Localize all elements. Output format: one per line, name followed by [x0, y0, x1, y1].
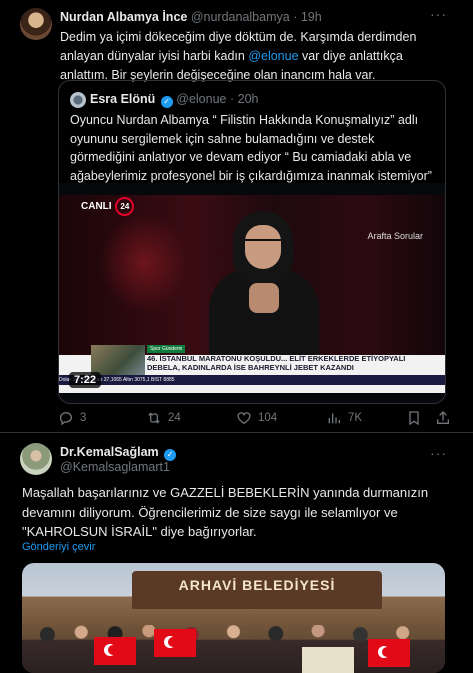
share-icon	[437, 411, 449, 424]
post-text: Dedim ya içimi dökeceğim diye döktüm de.…	[60, 28, 450, 85]
post-header: Dr.KemalSağlam ✓	[60, 445, 177, 461]
ticker-headline: 46. İSTANBUL MARATONU KOŞULDU... ELİT ER…	[147, 354, 437, 372]
like-count: 104	[258, 412, 278, 424]
retweet-button[interactable]: 24	[146, 410, 181, 426]
quote-handle[interactable]: @elonue	[176, 92, 226, 106]
ticker-thumbnail	[91, 345, 145, 375]
like-button[interactable]: 104	[236, 410, 277, 426]
reply-button[interactable]: 3	[58, 410, 86, 426]
quote-header: Esra Elönü ✓ @elonue · 20h	[90, 92, 259, 108]
live-logo: CANLI 24	[81, 197, 135, 216]
live-label: CANLI	[81, 201, 112, 213]
quoted-tweet[interactable]: Esra Elönü ✓ @elonue · 20h Oyuncu Nurdan…	[58, 80, 446, 404]
author-name[interactable]: Nurdan Albamya İnce	[60, 10, 187, 24]
tweet-post[interactable]: Nurdan Albamya İnce @nurdanalbamya · 19h…	[0, 0, 473, 433]
views-icon	[328, 413, 340, 424]
post-header: Nurdan Albamya İnce @nurdanalbamya · 19h	[60, 10, 322, 24]
placard	[302, 647, 354, 673]
author-name[interactable]: Dr.KemalSağlam	[60, 445, 159, 459]
turkish-flag	[154, 629, 196, 657]
speaker-figure	[209, 211, 319, 367]
views-button[interactable]: 7K	[326, 410, 362, 426]
views-count: 7K	[348, 412, 363, 424]
avatar[interactable]	[20, 8, 52, 40]
separator: ·	[229, 92, 235, 106]
mention-link[interactable]: @elonue	[248, 49, 298, 63]
speaker-glasses	[245, 239, 281, 249]
avatar[interactable]	[20, 443, 52, 475]
studio-light	[99, 213, 189, 313]
reply-count: 3	[80, 412, 87, 424]
channel-number: 24	[115, 197, 135, 216]
quote-time[interactable]: 20h	[238, 92, 259, 106]
more-icon[interactable]: ···	[430, 445, 447, 461]
retweet-count: 24	[168, 412, 181, 424]
video-duration: 7:22	[69, 372, 102, 388]
tweet-post[interactable]: Dr.KemalSağlam ✓ @Kemalsaglamart1 ··· Ma…	[0, 433, 473, 673]
post-time[interactable]: 19h	[301, 10, 322, 24]
turkish-flag	[368, 639, 410, 667]
news-ticker: Spor Gündemi 46. İSTANBUL MARATONU KOŞUL…	[59, 345, 445, 393]
retweet-icon	[148, 412, 160, 424]
post-photo[interactable]: ARHAVİ BELEDİYESİ	[22, 563, 445, 673]
ticker-line: DEBELA, KADINLARDA İSE BAHREYNLİ JEBET K…	[147, 362, 354, 372]
post-text: Maşallah başarılarınız ve GAZZELİ BEBEKL…	[22, 485, 429, 539]
ticker-bottom-bar: Dolar 34,3403 Euro 37,1065 Altın 3075,1 …	[59, 375, 445, 385]
separator: ·	[293, 10, 298, 24]
avatar[interactable]	[70, 92, 86, 108]
building-sign: ARHAVİ BELEDİYESİ	[178, 577, 336, 593]
quote-author-name[interactable]: Esra Elönü	[90, 92, 155, 106]
speaker-hands	[249, 283, 279, 313]
program-title: Arafta Sorular	[367, 231, 423, 241]
bookmark-button[interactable]	[406, 410, 422, 426]
video-player[interactable]: CANLI 24 Arafta Sorular Spor Gündemi 46.…	[59, 183, 445, 403]
ticker-tag: Spor Gündemi	[147, 345, 186, 353]
verified-icon: ✓	[160, 96, 173, 108]
more-icon[interactable]: ···	[430, 6, 447, 22]
author-handle[interactable]: @nurdanalbamya	[191, 10, 290, 24]
reply-icon	[59, 412, 72, 426]
like-icon	[237, 412, 251, 425]
translate-post-link[interactable]: Gönderiyi çevir	[22, 541, 95, 553]
turkish-flag	[94, 637, 136, 665]
author-handle[interactable]: @Kemalsaglamart1	[60, 460, 170, 474]
bookmark-icon	[409, 411, 419, 426]
action-bar: 3 24 104 7K	[58, 410, 453, 426]
share-button[interactable]	[435, 410, 451, 426]
